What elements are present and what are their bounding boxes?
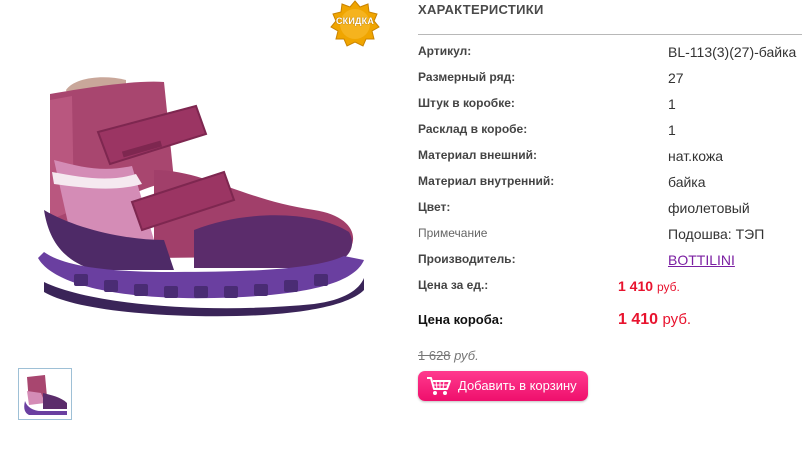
specs-divider (418, 34, 802, 35)
spec-row-manufacturer: Производитель: BOTTILINI (418, 252, 802, 278)
boot-thumbnail (24, 375, 67, 415)
spec-row-inner-material: Материал внутренний: байка (418, 174, 802, 200)
shopping-cart-icon (427, 377, 451, 395)
spec-row-note: Примечание Подошва: ТЭП (418, 226, 802, 252)
spec-row-pieces-per-box: Штук в коробке: 1 (418, 96, 802, 122)
spec-label: Примечание (418, 226, 488, 240)
old-price: 1 628 руб. (418, 348, 479, 363)
spec-label: Размерный ряд: (418, 70, 516, 84)
spec-value: Подошва: ТЭП (668, 226, 765, 242)
spec-value: 1 (668, 122, 676, 138)
add-to-cart-button[interactable]: Добавить в корзину (418, 371, 588, 401)
specs-table: Артикул: BL-113(3)(27)-байка Размерный р… (418, 44, 802, 304)
product-page: СКИДКА ХАРАКТЕРИСТИКИ Артикул: BL-113(3)… (0, 0, 802, 455)
old-price-currency: руб. (454, 348, 479, 363)
unit-price-amount: 1 410 (618, 278, 654, 294)
old-price-amount: 1 628 (418, 348, 451, 363)
spec-value: BOTTILINI (668, 252, 735, 268)
spec-label: Цвет: (418, 200, 451, 214)
boot-image (38, 77, 364, 317)
box-price-row: Цена короба: 1 410 руб. (418, 311, 802, 334)
spec-value: 27 (668, 70, 684, 86)
spec-row-outer-material: Материал внешний: нат.кожа (418, 148, 802, 174)
spec-label: Артикул: (418, 44, 472, 58)
box-price-value: 1 410 руб. (618, 311, 691, 329)
spec-label: Производитель: (418, 252, 516, 266)
spec-value: 1 (668, 96, 676, 112)
specs-title: ХАРАКТЕРИСТИКИ (418, 2, 544, 17)
box-price-currency: руб. (662, 311, 692, 328)
spec-row-color: Цвет: фиолетовый (418, 200, 802, 226)
spec-value: фиолетовый (668, 200, 750, 216)
manufacturer-link[interactable]: BOTTILINI (668, 252, 735, 268)
product-main-image[interactable] (14, 60, 374, 320)
unit-price-label: Цена за ед.: (418, 278, 489, 292)
spec-row-size-range: Размерный ряд: 27 (418, 70, 802, 96)
spec-value: BL-113(3)(27)-байка (668, 44, 797, 60)
spec-row-unit-price: Цена за ед.: 1 410 руб. (418, 278, 802, 304)
discount-badge-label: СКИДКА (335, 16, 375, 26)
spec-label: Расклад в коробе: (418, 122, 528, 136)
unit-price-currency: руб. (656, 280, 680, 294)
spec-value: байка (668, 174, 706, 190)
add-to-cart-label: Добавить в корзину (458, 378, 577, 393)
unit-price-value: 1 410 руб. (618, 278, 680, 294)
spec-label: Штук в коробке: (418, 96, 515, 110)
box-price-label: Цена короба: (418, 312, 504, 327)
spec-row-box-layout: Расклад в коробе: 1 (418, 122, 802, 148)
spec-label: Материал внешний: (418, 148, 538, 162)
box-price-amount: 1 410 (618, 311, 659, 328)
spec-row-article: Артикул: BL-113(3)(27)-байка (418, 44, 802, 70)
product-thumbnail[interactable] (18, 368, 72, 420)
spec-label: Материал внутренний: (418, 174, 555, 188)
spec-value: нат.кожа (668, 148, 724, 164)
